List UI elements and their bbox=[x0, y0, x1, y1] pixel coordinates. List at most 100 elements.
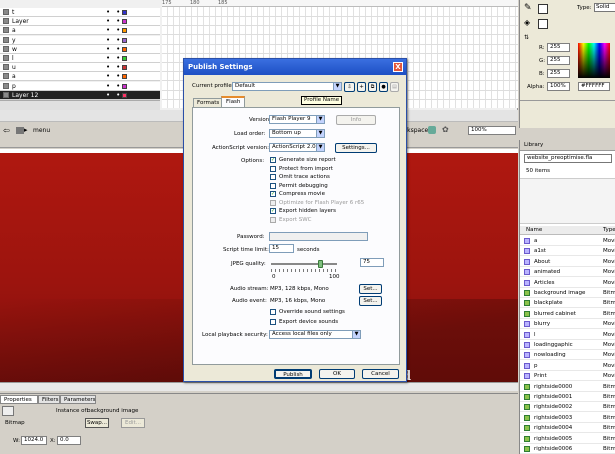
library-item[interactable]: background image Bitm bbox=[520, 288, 615, 298]
layer-outline-swatch[interactable] bbox=[122, 10, 127, 15]
layer-row[interactable]: t •• bbox=[0, 8, 160, 17]
blue-field[interactable]: 255 bbox=[547, 69, 570, 78]
library-item[interactable]: blackplate Bitm bbox=[520, 298, 615, 309]
library-item[interactable]: a Movi bbox=[520, 236, 615, 246]
library-item[interactable]: rightside0003 Bitm bbox=[520, 413, 615, 423]
layer-outline-swatch[interactable] bbox=[122, 46, 127, 52]
x-field[interactable]: 0.0 bbox=[57, 436, 81, 445]
library-item[interactable]: rightside0006 Bitm bbox=[520, 444, 615, 454]
swap-colors-icon[interactable]: ⇅ bbox=[524, 34, 534, 42]
layer-outline-swatch[interactable] bbox=[122, 19, 127, 25]
edit-scene-icon[interactable] bbox=[428, 126, 436, 134]
library-item[interactable]: blurry Movi bbox=[520, 319, 615, 330]
fill-bucket-icon[interactable]: ◈ bbox=[524, 18, 534, 28]
option-checkbox[interactable] bbox=[270, 199, 276, 206]
library-item[interactable]: a1st Movi bbox=[520, 246, 615, 257]
current-profile-dropdown[interactable]: Default ▼ bbox=[232, 82, 342, 91]
option-checkbox[interactable]: ✓ bbox=[270, 157, 276, 163]
scene-breadcrumb[interactable]: menu bbox=[33, 126, 50, 135]
jpeg-quality-slider[interactable] bbox=[271, 260, 337, 272]
hex-field[interactable]: #FFFFFF bbox=[578, 82, 610, 91]
library-item[interactable]: loadinggaphic Movi bbox=[520, 340, 615, 350]
layer-row[interactable]: Layer 12 •• bbox=[0, 90, 160, 100]
library-item[interactable]: nowloading Movi bbox=[520, 350, 615, 361]
library-item[interactable]: animated Movi bbox=[520, 267, 615, 278]
local-playback-security-dropdown[interactable]: Access local files only ▼ bbox=[269, 330, 361, 339]
add-profile-icon[interactable]: + bbox=[357, 82, 366, 92]
library-item[interactable]: rightside0005 Bitm bbox=[520, 434, 615, 444]
layer-row[interactable]: Layer •• bbox=[0, 17, 160, 27]
export-device-sounds-checkbox[interactable] bbox=[270, 319, 276, 325]
info-button[interactable]: Info bbox=[336, 115, 376, 125]
layer-outline-swatch[interactable] bbox=[122, 74, 127, 80]
option-checkbox[interactable]: ✓ bbox=[270, 208, 276, 214]
tab-formats[interactable]: Formats bbox=[193, 98, 224, 107]
stroke-color-icon[interactable]: ✎ bbox=[524, 3, 534, 13]
type-column-header[interactable]: Type bbox=[603, 226, 615, 235]
width-field[interactable]: 1024.0 bbox=[21, 436, 47, 445]
library-item[interactable]: Articles Movi bbox=[520, 278, 615, 288]
name-column-header[interactable]: Name bbox=[526, 226, 542, 235]
green-field[interactable]: 255 bbox=[547, 56, 570, 65]
actionscript-settings-button[interactable]: Settings... bbox=[335, 143, 377, 153]
alpha-field[interactable]: 100% bbox=[547, 82, 570, 91]
fill-type-dropdown[interactable]: Solid bbox=[594, 3, 615, 12]
library-item[interactable]: About Movi bbox=[520, 257, 615, 267]
layer-row[interactable]: u •• bbox=[0, 63, 160, 73]
stage-scrollbar[interactable] bbox=[0, 382, 518, 391]
option-checkbox[interactable]: ✓ bbox=[270, 191, 276, 197]
close-icon[interactable]: X bbox=[393, 62, 403, 72]
stroke-swatch[interactable] bbox=[538, 4, 548, 14]
option-checkbox[interactable] bbox=[270, 174, 276, 180]
version-dropdown[interactable]: Flash Player 9 ▼ bbox=[269, 115, 325, 124]
library-item[interactable]: rightside0000 Bitm bbox=[520, 382, 615, 392]
publish-button[interactable]: Publish bbox=[274, 369, 312, 379]
slider-thumb[interactable] bbox=[317, 260, 323, 268]
import-export-profile-icon[interactable]: ⇩ bbox=[344, 82, 355, 92]
swap-button[interactable]: Swap... bbox=[85, 418, 109, 428]
tab-flash[interactable]: Flash bbox=[221, 96, 246, 107]
library-item[interactable]: Print Movi bbox=[520, 371, 615, 382]
load-order-dropdown[interactable]: Bottom up ▼ bbox=[269, 129, 325, 138]
library-tab[interactable]: Library bbox=[524, 141, 543, 150]
layer-row[interactable]: p •• bbox=[0, 81, 160, 91]
layer-outline-swatch[interactable] bbox=[122, 56, 127, 61]
edit-button[interactable]: Edit... bbox=[121, 418, 145, 428]
fill-swatch[interactable] bbox=[538, 19, 548, 29]
library-item[interactable]: rightside0001 Bitm bbox=[520, 392, 615, 402]
cancel-button[interactable]: Cancel bbox=[362, 369, 399, 379]
library-item[interactable]: l Movi bbox=[520, 330, 615, 340]
layer-outline-swatch[interactable] bbox=[122, 92, 127, 98]
delete-profile-icon[interactable]: ▤ bbox=[390, 82, 399, 92]
layer-outline-swatch[interactable] bbox=[122, 37, 127, 43]
tab-filters[interactable]: Filters bbox=[38, 395, 60, 404]
layer-row[interactable]: y •• bbox=[0, 35, 160, 45]
layer-outline-swatch[interactable] bbox=[122, 28, 127, 34]
option-checkbox[interactable] bbox=[270, 165, 276, 172]
duplicate-profile-icon[interactable]: ⧉ bbox=[368, 82, 377, 92]
layer-row[interactable]: l •• bbox=[0, 54, 160, 63]
library-file-dropdown[interactable]: website_preoptimise.fla bbox=[524, 154, 612, 163]
option-checkbox[interactable] bbox=[270, 182, 276, 189]
library-item[interactable]: blurred cabinet Bitm bbox=[520, 309, 615, 319]
layer-row[interactable]: a •• bbox=[0, 72, 160, 82]
script-time-limit-field[interactable]: 15 bbox=[269, 244, 294, 253]
library-item[interactable]: rightside0002 Bitm bbox=[520, 402, 615, 413]
password-field[interactable] bbox=[269, 232, 368, 241]
audio-stream-set-button[interactable]: Set... bbox=[359, 284, 382, 294]
library-item[interactable]: p Movi bbox=[520, 361, 615, 371]
override-sound-checkbox[interactable] bbox=[270, 309, 276, 315]
profile-properties-icon[interactable]: ● bbox=[379, 82, 388, 92]
edit-symbol-icon[interactable]: ✿ bbox=[442, 125, 453, 135]
layer-outline-swatch[interactable] bbox=[122, 83, 127, 89]
back-arrow-icon[interactable]: ⇦ bbox=[3, 126, 12, 135]
ok-button[interactable]: OK bbox=[319, 369, 355, 379]
library-item[interactable]: rightside0004 Bitm bbox=[520, 423, 615, 434]
actionscript-version-dropdown[interactable]: ActionScript 2.0 ▼ bbox=[269, 143, 325, 152]
layer-row[interactable]: a •• bbox=[0, 26, 160, 36]
layer-outline-swatch[interactable] bbox=[122, 65, 127, 71]
red-field[interactable]: 255 bbox=[547, 43, 570, 52]
layer-row[interactable]: w •• bbox=[0, 44, 160, 54]
jpeg-quality-field[interactable]: 75 bbox=[360, 258, 384, 267]
tab-parameters[interactable]: Parameters bbox=[60, 395, 96, 404]
